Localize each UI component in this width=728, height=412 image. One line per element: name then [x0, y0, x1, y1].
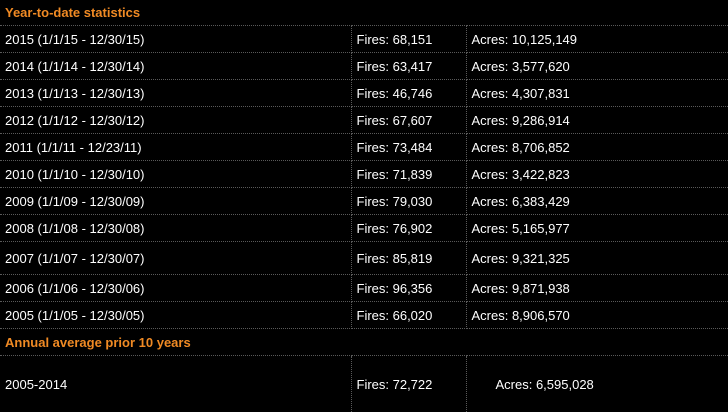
acres-cell: Acres: 9,286,914	[466, 107, 728, 134]
period-cell: 2006 (1/1/06 - 12/30/06)	[0, 275, 351, 302]
average-section-header: Annual average prior 10 years	[0, 329, 728, 356]
acres-cell: Acres: 8,706,852	[466, 134, 728, 161]
acres-cell: Acres: 5,165,977	[466, 215, 728, 242]
average-fires-cell: Fires: 72,722	[351, 356, 466, 412]
period-cell: 2015 (1/1/15 - 12/30/15)	[0, 26, 351, 53]
period-cell: 2011 (1/1/11 - 12/23/11)	[0, 134, 351, 161]
acres-cell: Acres: 3,422,823	[466, 161, 728, 188]
acres-cell: Acres: 9,871,938	[466, 275, 728, 302]
table-row: 2009 (1/1/09 - 12/30/09) Fires: 79,030 A…	[0, 188, 728, 215]
table-row: 2015 (1/1/15 - 12/30/15) Fires: 68,151 A…	[0, 26, 728, 53]
period-cell: 2008 (1/1/08 - 12/30/08)	[0, 215, 351, 242]
table-row: 2011 (1/1/11 - 12/23/11) Fires: 73,484 A…	[0, 134, 728, 161]
fires-cell: Fires: 63,417	[351, 53, 466, 80]
table-row: 2014 (1/1/14 - 12/30/14) Fires: 63,417 A…	[0, 53, 728, 80]
average-period-cell: 2005-2014	[0, 356, 351, 412]
period-cell: 2009 (1/1/09 - 12/30/09)	[0, 188, 351, 215]
table-row: 2012 (1/1/12 - 12/30/12) Fires: 67,607 A…	[0, 107, 728, 134]
period-cell: 2007 (1/1/07 - 12/30/07)	[0, 242, 351, 275]
acres-cell: Acres: 10,125,149	[466, 26, 728, 53]
fires-cell: Fires: 96,356	[351, 275, 466, 302]
fire-statistics-table: Year-to-date statistics 2015 (1/1/15 - 1…	[0, 0, 728, 412]
table-row: 2006 (1/1/06 - 12/30/06) Fires: 96,356 A…	[0, 275, 728, 302]
table-row: 2007 (1/1/07 - 12/30/07) Fires: 85,819 A…	[0, 242, 728, 275]
period-cell: 2005 (1/1/05 - 12/30/05)	[0, 302, 351, 329]
average-section-title: Annual average prior 10 years	[0, 329, 728, 356]
ytd-section-title: Year-to-date statistics	[0, 0, 728, 26]
average-acres-value: Acres: 6,595,028	[472, 377, 594, 392]
table-row: 2013 (1/1/13 - 12/30/13) Fires: 46,746 A…	[0, 80, 728, 107]
ytd-section-header: Year-to-date statistics	[0, 0, 728, 26]
average-row: 2005-2014 Fires: 72,722 Acres: 6,595,028	[0, 356, 728, 412]
period-cell: 2013 (1/1/13 - 12/30/13)	[0, 80, 351, 107]
table-row: 2005 (1/1/05 - 12/30/05) Fires: 66,020 A…	[0, 302, 728, 329]
average-acres-cell: Acres: 6,595,028	[466, 356, 728, 412]
fires-cell: Fires: 46,746	[351, 80, 466, 107]
period-cell: 2010 (1/1/10 - 12/30/10)	[0, 161, 351, 188]
table-row: 2008 (1/1/08 - 12/30/08) Fires: 76,902 A…	[0, 215, 728, 242]
fires-cell: Fires: 85,819	[351, 242, 466, 275]
acres-cell: Acres: 8,906,570	[466, 302, 728, 329]
fires-cell: Fires: 79,030	[351, 188, 466, 215]
period-cell: 2014 (1/1/14 - 12/30/14)	[0, 53, 351, 80]
fires-cell: Fires: 73,484	[351, 134, 466, 161]
fires-cell: Fires: 76,902	[351, 215, 466, 242]
acres-cell: Acres: 3,577,620	[466, 53, 728, 80]
fires-cell: Fires: 71,839	[351, 161, 466, 188]
acres-cell: Acres: 6,383,429	[466, 188, 728, 215]
fires-cell: Fires: 68,151	[351, 26, 466, 53]
period-cell: 2012 (1/1/12 - 12/30/12)	[0, 107, 351, 134]
acres-cell: Acres: 9,321,325	[466, 242, 728, 275]
acres-cell: Acres: 4,307,831	[466, 80, 728, 107]
fire-statistics-page: Year-to-date statistics 2015 (1/1/15 - 1…	[0, 0, 728, 406]
fires-cell: Fires: 66,020	[351, 302, 466, 329]
fires-cell: Fires: 67,607	[351, 107, 466, 134]
table-row: 2010 (1/1/10 - 12/30/10) Fires: 71,839 A…	[0, 161, 728, 188]
